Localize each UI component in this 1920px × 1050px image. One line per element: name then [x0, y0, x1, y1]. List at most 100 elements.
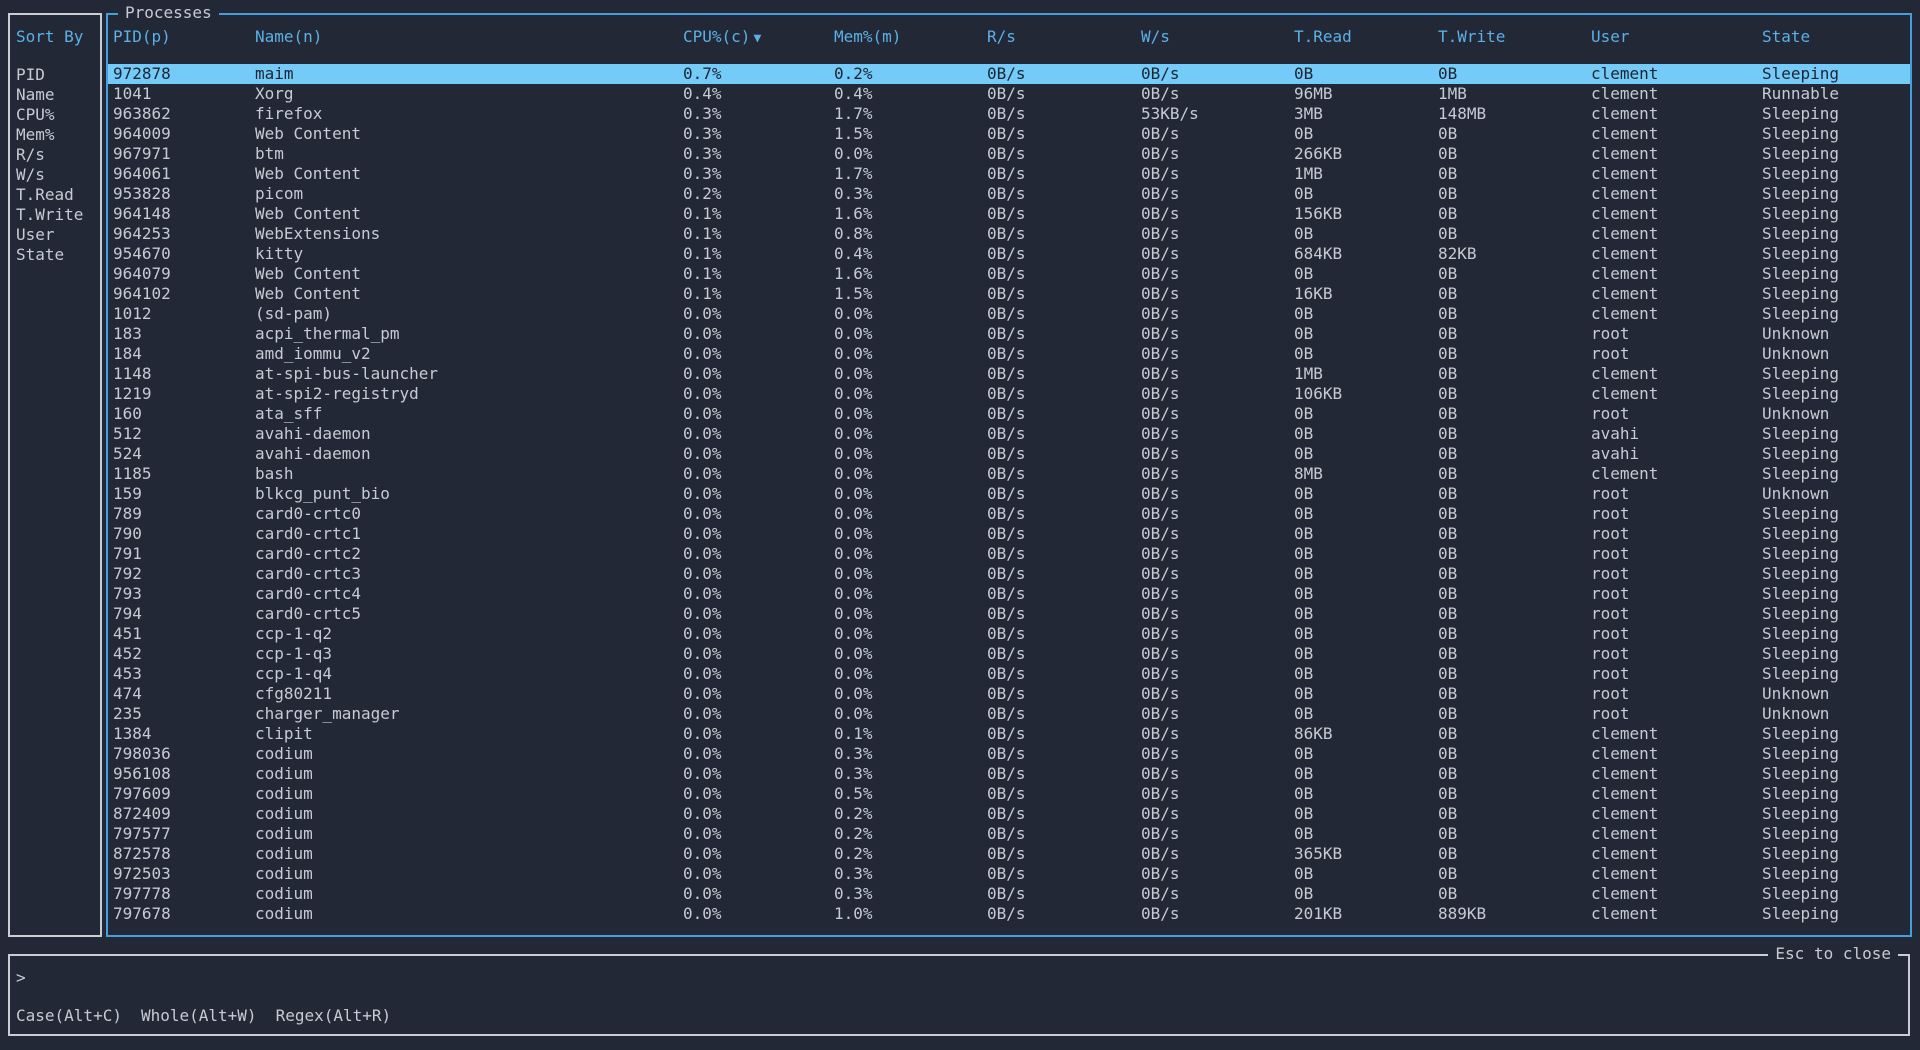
- column-header-name-n[interactable]: Name(n): [255, 27, 683, 47]
- table-row[interactable]: 453ccp-1-q40.0%0.0%0B/s0B/s0B0BrootSleep…: [108, 664, 1910, 684]
- column-header-user[interactable]: User: [1591, 27, 1762, 47]
- table-row[interactable]: 872409codium0.0%0.2%0B/s0B/s0B0BclementS…: [108, 804, 1910, 824]
- table-row[interactable]: 524avahi-daemon0.0%0.0%0B/s0B/s0B0Bavahi…: [108, 444, 1910, 464]
- table-row[interactable]: 964253WebExtensions0.1%0.8%0B/s0B/s0B0Bc…: [108, 224, 1910, 244]
- table-cell: 0B/s: [987, 904, 1141, 924]
- table-cell: 0B: [1438, 684, 1591, 704]
- table-row[interactable]: 1384clipit0.0%0.1%0B/s0B/s86KB0BclementS…: [108, 724, 1910, 744]
- sort-by-item-t-read[interactable]: T.Read: [16, 185, 98, 205]
- sort-by-item-cpu[interactable]: CPU%: [16, 105, 98, 125]
- table-cell: 0B/s: [1141, 804, 1294, 824]
- table-cell: 0B/s: [1141, 644, 1294, 664]
- table-row[interactable]: 797678codium0.0%1.0%0B/s0B/s201KB889KBcl…: [108, 904, 1910, 924]
- table-cell: 0B/s: [1141, 204, 1294, 224]
- table-cell: 1.6%: [834, 264, 987, 284]
- sort-by-item-t-write[interactable]: T.Write: [16, 205, 98, 225]
- table-cell: Sleeping: [1762, 624, 1910, 644]
- table-cell: avahi-daemon: [255, 444, 683, 464]
- table-cell: clement: [1591, 904, 1762, 924]
- search-option-case[interactable]: Case(Alt+C): [16, 1006, 122, 1026]
- table-row[interactable]: 963862firefox0.3%1.7%0B/s53KB/s3MB148MBc…: [108, 104, 1910, 124]
- table-cell: 964079: [113, 264, 255, 284]
- sort-by-item-name[interactable]: Name: [16, 85, 98, 105]
- table-cell: 0B: [1294, 584, 1438, 604]
- table-row[interactable]: 1012(sd-pam)0.0%0.0%0B/s0B/s0B0BclementS…: [108, 304, 1910, 324]
- table-row[interactable]: 972878maim0.7%0.2%0B/s0B/s0B0BclementSle…: [108, 64, 1910, 84]
- column-header-pid-p[interactable]: PID(p): [113, 27, 255, 47]
- column-header-r-s[interactable]: R/s: [987, 27, 1141, 47]
- sort-by-item-r-s[interactable]: R/s: [16, 145, 98, 165]
- table-row[interactable]: 794card0-crtc50.0%0.0%0B/s0B/s0B0BrootSl…: [108, 604, 1910, 624]
- column-header-mem-m[interactable]: Mem%(m): [834, 27, 987, 47]
- table-cell: 266KB: [1294, 144, 1438, 164]
- table-row[interactable]: 797609codium0.0%0.5%0B/s0B/s0B0BclementS…: [108, 784, 1910, 804]
- terminal-screen: Sort By PIDNameCPU%Mem%R/sW/sT.ReadT.Wri…: [0, 0, 1920, 1050]
- table-row[interactable]: 451ccp-1-q20.0%0.0%0B/s0B/s0B0BrootSleep…: [108, 624, 1910, 644]
- table-row[interactable]: 797778codium0.0%0.3%0B/s0B/s0B0BclementS…: [108, 884, 1910, 904]
- table-row[interactable]: 964102Web Content0.1%1.5%0B/s0B/s16KB0Bc…: [108, 284, 1910, 304]
- column-header-t-write[interactable]: T.Write: [1438, 27, 1591, 47]
- table-cell: 1.7%: [834, 164, 987, 184]
- table-row[interactable]: 798036codium0.0%0.3%0B/s0B/s0B0BclementS…: [108, 744, 1910, 764]
- table-row[interactable]: 792card0-crtc30.0%0.0%0B/s0B/s0B0BrootSl…: [108, 564, 1910, 584]
- table-row[interactable]: 791card0-crtc20.0%0.0%0B/s0B/s0B0BrootSl…: [108, 544, 1910, 564]
- table-cell: 0.1%: [683, 224, 834, 244]
- table-row[interactable]: 797577codium0.0%0.2%0B/s0B/s0B0BclementS…: [108, 824, 1910, 844]
- table-cell: 797778: [113, 884, 255, 904]
- table-cell: 0.7%: [683, 64, 834, 84]
- table-cell: 0B/s: [1141, 704, 1294, 724]
- table-cell: root: [1591, 564, 1762, 584]
- column-header-t-read[interactable]: T.Read: [1294, 27, 1438, 47]
- table-cell: clipit: [255, 724, 683, 744]
- table-row[interactable]: 872578codium0.0%0.2%0B/s0B/s365KB0Bcleme…: [108, 844, 1910, 864]
- table-row[interactable]: 964079Web Content0.1%1.6%0B/s0B/s0B0Bcle…: [108, 264, 1910, 284]
- table-row[interactable]: 1041Xorg0.4%0.4%0B/s0B/s96MB1MBclementRu…: [108, 84, 1910, 104]
- table-row[interactable]: 184amd_iommu_v20.0%0.0%0B/s0B/s0B0BrootU…: [108, 344, 1910, 364]
- table-cell: 793: [113, 584, 255, 604]
- table-cell: 0B: [1438, 664, 1591, 684]
- search-option-regex[interactable]: Regex(Alt+R): [276, 1006, 392, 1026]
- table-row[interactable]: 183acpi_thermal_pm0.0%0.0%0B/s0B/s0B0Bro…: [108, 324, 1910, 344]
- table-row[interactable]: 1148at-spi-bus-launcher0.0%0.0%0B/s0B/s1…: [108, 364, 1910, 384]
- table-row[interactable]: 964061Web Content0.3%1.7%0B/s0B/s1MB0Bcl…: [108, 164, 1910, 184]
- table-cell: 0B: [1438, 644, 1591, 664]
- table-row[interactable]: 964148Web Content0.1%1.6%0B/s0B/s156KB0B…: [108, 204, 1910, 224]
- table-row[interactable]: 1185bash0.0%0.0%0B/s0B/s8MB0BclementSlee…: [108, 464, 1910, 484]
- table-row[interactable]: 452ccp-1-q30.0%0.0%0B/s0B/s0B0BrootSleep…: [108, 644, 1910, 664]
- table-cell: 0B: [1438, 624, 1591, 644]
- table-row[interactable]: 793card0-crtc40.0%0.0%0B/s0B/s0B0BrootSl…: [108, 584, 1910, 604]
- table-cell: 365KB: [1294, 844, 1438, 864]
- table-row[interactable]: 790card0-crtc10.0%0.0%0B/s0B/s0B0BrootSl…: [108, 524, 1910, 544]
- table-cell: 0.0%: [683, 744, 834, 764]
- sort-by-item-mem[interactable]: Mem%: [16, 125, 98, 145]
- sort-by-item-pid[interactable]: PID: [16, 65, 98, 85]
- table-cell: 0.0%: [683, 444, 834, 464]
- table-cell: 0.1%: [683, 264, 834, 284]
- table-cell: 0B: [1294, 224, 1438, 244]
- table-cell: 0B: [1294, 884, 1438, 904]
- table-cell: 0B: [1438, 264, 1591, 284]
- table-row[interactable]: 474cfg802110.0%0.0%0B/s0B/s0B0BrootUnkno…: [108, 684, 1910, 704]
- table-row[interactable]: 953828picom0.2%0.3%0B/s0B/s0B0BclementSl…: [108, 184, 1910, 204]
- table-cell: WebExtensions: [255, 224, 683, 244]
- table-row[interactable]: 1219at-spi2-registryd0.0%0.0%0B/s0B/s106…: [108, 384, 1910, 404]
- table-row[interactable]: 160ata_sff0.0%0.0%0B/s0B/s0B0BrootUnknow…: [108, 404, 1910, 424]
- table-row[interactable]: 967971btm0.3%0.0%0B/s0B/s266KB0BclementS…: [108, 144, 1910, 164]
- table-row[interactable]: 159blkcg_punt_bio0.0%0.0%0B/s0B/s0B0Broo…: [108, 484, 1910, 504]
- search-option-whole[interactable]: Whole(Alt+W): [141, 1006, 257, 1026]
- table-row[interactable]: 954670kitty0.1%0.4%0B/s0B/s684KB82KBclem…: [108, 244, 1910, 264]
- column-header-state[interactable]: State: [1762, 27, 1910, 47]
- sort-by-item-w-s[interactable]: W/s: [16, 165, 98, 185]
- table-cell: 0.1%: [683, 204, 834, 224]
- sort-by-item-state[interactable]: State: [16, 245, 98, 265]
- table-row[interactable]: 956108codium0.0%0.3%0B/s0B/s0B0BclementS…: [108, 764, 1910, 784]
- table-row[interactable]: 512avahi-daemon0.0%0.0%0B/s0B/s0B0Bavahi…: [108, 424, 1910, 444]
- column-header-cpu-c[interactable]: CPU%(c)▼: [683, 27, 834, 47]
- column-header-w-s[interactable]: W/s: [1141, 27, 1294, 47]
- table-row[interactable]: 235charger_manager0.0%0.0%0B/s0B/s0B0Bro…: [108, 704, 1910, 724]
- table-row[interactable]: 964009Web Content0.3%1.5%0B/s0B/s0B0Bcle…: [108, 124, 1910, 144]
- search-input[interactable]: >: [16, 968, 1902, 988]
- table-row[interactable]: 972503codium0.0%0.3%0B/s0B/s0B0BclementS…: [108, 864, 1910, 884]
- table-row[interactable]: 789card0-crtc00.0%0.0%0B/s0B/s0B0BrootSl…: [108, 504, 1910, 524]
- sort-by-item-user[interactable]: User: [16, 225, 98, 245]
